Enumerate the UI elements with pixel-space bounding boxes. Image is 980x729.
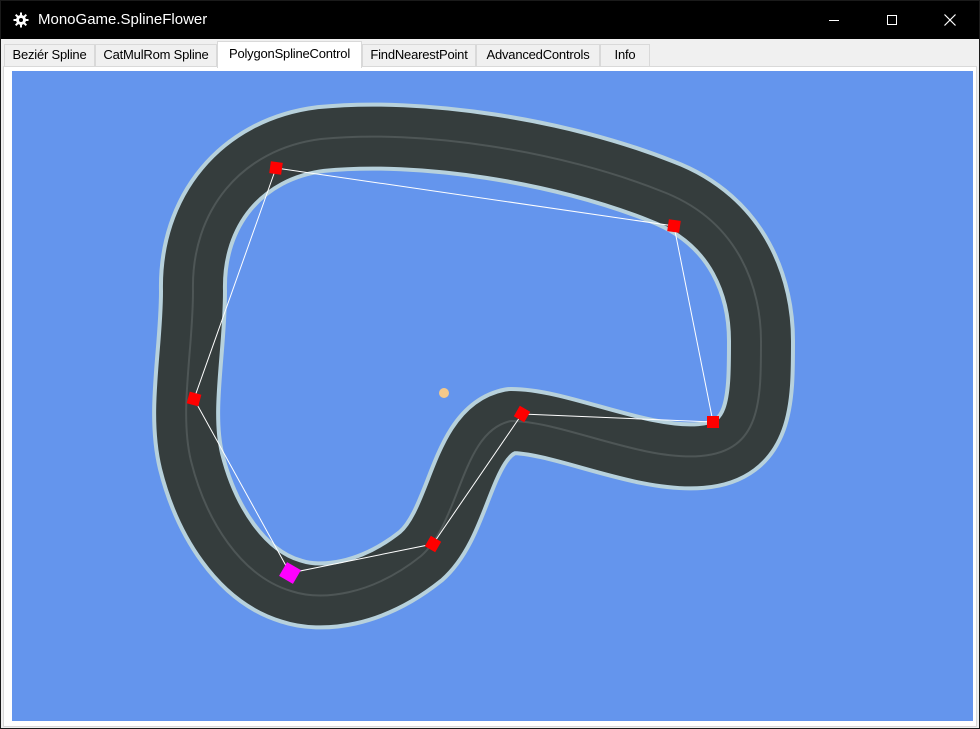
game-viewport[interactable] — [12, 71, 973, 721]
tab-polygonsplinecontrol[interactable]: PolygonSplineControl — [217, 41, 362, 68]
maximize-button[interactable] — [863, 1, 921, 39]
tab-findnearestpoint[interactable]: FindNearestPoint — [362, 44, 476, 66]
maximize-icon — [887, 15, 897, 25]
close-button[interactable] — [921, 1, 979, 39]
minimize-icon — [829, 20, 839, 21]
tab-advancedcontrols[interactable]: AdvancedControls — [476, 44, 600, 66]
center-point — [439, 388, 449, 398]
track-road — [156, 106, 791, 626]
control-point[interactable] — [269, 161, 283, 175]
window-title: MonoGame.SplineFlower — [38, 11, 208, 28]
tab-info[interactable]: Info — [600, 44, 650, 66]
close-icon — [944, 14, 956, 26]
spline-scene[interactable] — [12, 71, 973, 721]
title-bar[interactable]: MonoGame.SplineFlower — [1, 1, 979, 39]
gear-icon — [13, 12, 29, 28]
tab-catmulrom-spline[interactable]: CatMulRom Spline — [95, 44, 217, 66]
control-point[interactable] — [667, 219, 681, 233]
app-window: MonoGame.SplineFlower Beziér Spline CatM… — [0, 0, 980, 729]
control-point[interactable] — [707, 416, 719, 428]
tab-strip: Beziér Spline CatMulRom Spline PolygonSp… — [3, 41, 977, 68]
tab-bezier-spline[interactable]: Beziér Spline — [4, 44, 95, 66]
minimize-button[interactable] — [805, 1, 863, 39]
